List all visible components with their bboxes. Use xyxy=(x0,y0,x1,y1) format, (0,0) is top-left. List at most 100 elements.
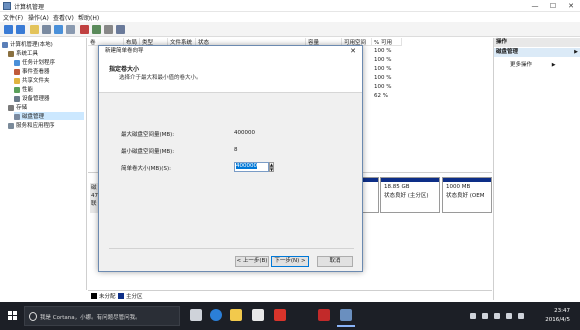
cortana-search-box[interactable]: 我是 Cortana，小娜。有问题尽管问我。 xyxy=(24,306,180,326)
network-icon[interactable] xyxy=(482,313,488,319)
percent-free-value: 100 % xyxy=(374,57,392,63)
check-icon[interactable] xyxy=(92,25,101,34)
partition-status: 状态良好 (OEM xyxy=(446,193,485,199)
task-view-icon[interactable] xyxy=(190,309,202,321)
window-titlebar: 计算机管理 — ☐ ✕ xyxy=(0,0,580,12)
wizard-separator xyxy=(109,248,354,249)
legend-unallocated: 未分配 xyxy=(99,294,116,300)
clock-icon xyxy=(14,59,20,66)
tree-item-device-manager[interactable]: 设备管理器 xyxy=(14,94,50,102)
actions-pane: 操作 磁盘管理 ▶ 更多操作 ▶ xyxy=(493,38,580,300)
partition-oem[interactable]: 1000 MB 状态良好 (OEM xyxy=(442,177,492,213)
forward-arrow-icon[interactable] xyxy=(16,25,25,34)
column-percent-free[interactable]: % 可用 xyxy=(372,38,402,46)
menu-help[interactable]: 帮助(H) xyxy=(78,13,99,22)
device-icon xyxy=(14,95,20,102)
partition-legend: 未分配 主分区 xyxy=(88,290,492,300)
wizard-description: 选择介于最大和最小值的卷大小。 xyxy=(119,75,202,81)
cancel-button[interactable]: 取消 xyxy=(317,256,353,267)
more-arrow-icon: ▶ xyxy=(551,62,556,68)
new-simple-volume-wizard: 新建简单卷向导 ✕ 指定卷大小 选择介于最大和最小值的卷大小。 最大磁盘空间量(… xyxy=(98,45,363,272)
volume-size-input[interactable]: 400000 xyxy=(234,162,269,172)
legend-primary: 主分区 xyxy=(126,294,143,300)
primary-partition-swatch xyxy=(118,293,124,299)
red-app-icon[interactable] xyxy=(274,309,286,321)
tree-item-system-tools[interactable]: 系统工具 xyxy=(8,49,38,57)
unallocated-swatch xyxy=(91,293,97,299)
wizard-heading: 指定卷大小 xyxy=(109,66,140,73)
partition-size: 1000 MB xyxy=(446,184,471,190)
wizard-close-button[interactable]: ✕ xyxy=(348,46,358,56)
services-icon xyxy=(8,122,14,129)
menu-file[interactable]: 文件(F) xyxy=(3,13,23,22)
clock-time[interactable]: 23:47 xyxy=(554,308,570,314)
menu-view[interactable]: 查看(V) xyxy=(53,13,74,22)
percent-free-value: 100 % xyxy=(374,84,392,90)
edge-icon[interactable] xyxy=(210,309,222,321)
partition-primary[interactable]: 18.85 GB 状态良好 (主分区) xyxy=(380,177,440,213)
computer-management-app-icon xyxy=(3,2,11,10)
min-size-value: 8 xyxy=(234,147,238,153)
search-placeholder: 我是 Cortana，小娜。有问题尽管问我。 xyxy=(40,315,141,321)
minimize-button[interactable]: — xyxy=(526,0,544,12)
folder-icon xyxy=(14,77,20,84)
maximize-button[interactable]: ☐ xyxy=(544,0,562,12)
actions-header: 操作 xyxy=(494,38,580,47)
computer-icon xyxy=(2,41,8,48)
menu-action[interactable]: 操作(A) xyxy=(28,13,49,22)
toolbar xyxy=(0,22,580,37)
partition-status: 状态良好 (主分区) xyxy=(384,193,429,199)
wizard-title: 新建简单卷向导 xyxy=(99,46,362,56)
computer-management-icon[interactable] xyxy=(337,309,355,327)
min-size-label: 最小磁盘空间量(MB): xyxy=(121,149,175,155)
cortana-circle-icon xyxy=(29,312,37,321)
percent-free-value: 100 % xyxy=(374,48,392,54)
chevron-up-icon[interactable] xyxy=(470,313,476,319)
tree-item-disk-management[interactable]: 磁盘管理 xyxy=(14,112,84,120)
delete-icon[interactable] xyxy=(80,25,89,34)
size-label: 简单卷大小(MB)(S): xyxy=(121,166,171,172)
tree-item-shared-folders[interactable]: 共享文件夹 xyxy=(14,76,50,84)
search-icon[interactable] xyxy=(104,25,113,34)
file-explorer-icon[interactable] xyxy=(230,309,242,321)
clock-date[interactable]: 2016/4/5 xyxy=(545,317,570,323)
tree-item-performance[interactable]: 性能 xyxy=(14,85,33,93)
window-title: 计算机管理 xyxy=(14,4,45,11)
spin-down-button[interactable]: ▼ xyxy=(269,167,274,172)
input-method-icon[interactable] xyxy=(506,313,512,319)
more-actions-link[interactable]: 更多操作 ▶ xyxy=(510,60,556,68)
notification-icon[interactable] xyxy=(518,313,524,319)
next-button[interactable]: 下一步(N) > xyxy=(271,256,309,267)
tree-item-computer-management[interactable]: 计算机管理(本地) xyxy=(2,40,53,48)
shield-app-icon[interactable] xyxy=(318,309,330,321)
back-arrow-icon[interactable] xyxy=(4,25,13,34)
console-icon[interactable] xyxy=(66,25,75,34)
properties-icon[interactable] xyxy=(42,25,51,34)
up-folder-icon[interactable] xyxy=(30,25,39,34)
view-icon[interactable] xyxy=(116,25,125,34)
store-icon[interactable] xyxy=(252,309,264,321)
collapse-arrow-icon: ▶ xyxy=(574,49,578,55)
help-icon[interactable] xyxy=(54,25,63,34)
start-windows-icon[interactable] xyxy=(8,311,18,321)
percent-free-value: 100 % xyxy=(374,66,392,72)
tree-item-services-apps[interactable]: 服务和应用程序 xyxy=(8,121,55,129)
wizard-header: 指定卷大小 选择介于最大和最小值的卷大小。 xyxy=(99,56,362,93)
close-window-button[interactable]: ✕ xyxy=(562,0,580,12)
navigation-tree: 计算机管理(本地) 系统工具 任务计划程序 事件查看器 共享文件夹 性能 设备管… xyxy=(0,38,87,290)
tree-item-storage[interactable]: 存储 xyxy=(8,103,27,111)
storage-icon xyxy=(8,104,14,111)
max-size-label: 最大磁盘空间量(MB): xyxy=(121,132,175,138)
volume-icon[interactable] xyxy=(494,313,500,319)
percent-free-value: 100 % xyxy=(374,75,392,81)
tree-item-event-viewer[interactable]: 事件查看器 xyxy=(14,67,50,75)
max-size-value: 400000 xyxy=(234,130,255,136)
menu-bar: 文件(F) 操作(A) 查看(V) 帮助(H) xyxy=(0,12,580,22)
tools-icon xyxy=(8,50,14,57)
partition-size: 18.85 GB xyxy=(384,184,410,190)
tree-item-task-scheduler[interactable]: 任务计划程序 xyxy=(14,58,55,66)
back-button[interactable]: < 上一步(B) xyxy=(235,256,269,267)
event-log-icon xyxy=(14,68,20,75)
actions-section-disk-management[interactable]: 磁盘管理 ▶ xyxy=(494,48,580,57)
taskbar: 我是 Cortana，小娜。有问题尽管问我。 23:47 2016/4/5 xyxy=(0,302,580,330)
